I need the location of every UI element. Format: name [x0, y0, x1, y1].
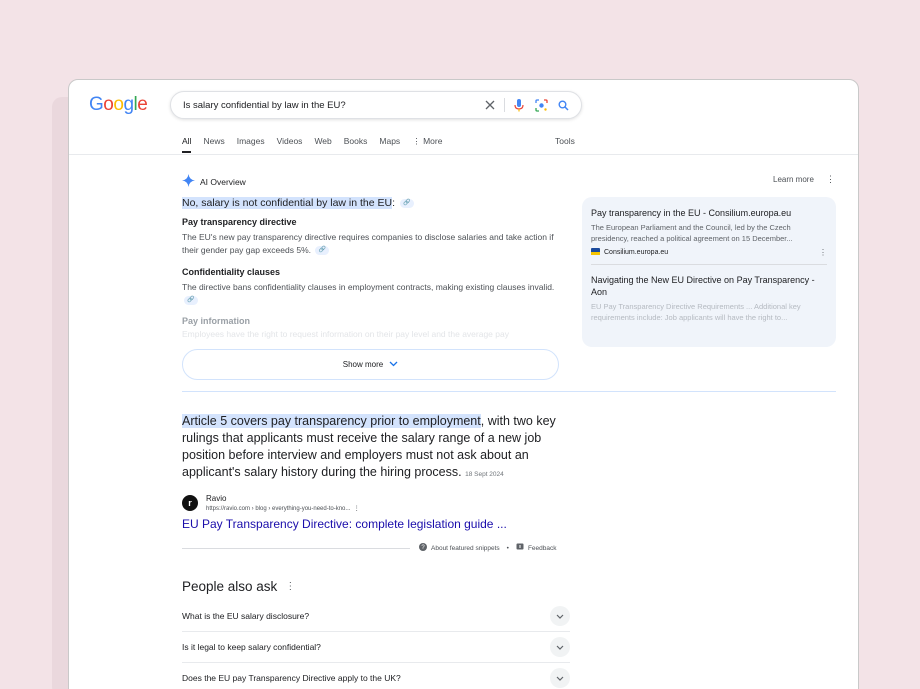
section-title: Confidentiality clauses: [182, 267, 281, 277]
paa-question-text: Does the EU pay Transparency Directive a…: [182, 673, 401, 683]
search-tabs: All News Images Videos Web Books Maps ⋮ …: [182, 136, 442, 153]
header-divider: [69, 154, 858, 155]
browser-window: Google Is salary confidential by law in …: [68, 79, 859, 689]
feedback-link[interactable]: Feedback: [528, 545, 557, 552]
section-title: Pay transparency directive: [182, 217, 297, 227]
more-options-icon[interactable]: ⋮: [826, 174, 835, 185]
search-box[interactable]: Is salary confidential by law in the EU?: [170, 91, 582, 119]
ai-overview-label: AI Overview: [200, 176, 246, 187]
consilium-favicon-icon: [591, 248, 600, 257]
source-title[interactable]: Navigating the New EU Directive on Pay T…: [591, 274, 827, 298]
ai-headline-text: No, salary is not confidential by law in…: [182, 197, 393, 209]
tab-more[interactable]: ⋮ More: [412, 136, 442, 153]
link-icon[interactable]: 🔗: [184, 296, 198, 306]
source-description: The European Parliament and the Council,…: [591, 223, 793, 243]
logo-letter: o: [103, 94, 114, 115]
tab-all[interactable]: All: [182, 136, 192, 153]
tab-news[interactable]: News: [203, 136, 224, 153]
tab-web[interactable]: Web: [314, 136, 331, 153]
snippet-highlight: Article 5 covers pay transparency prior …: [182, 414, 481, 428]
ai-overview-body: No, salary is not confidential by law in…: [182, 196, 559, 341]
result-url-text: https://ravio.com › blog › everything-yo…: [206, 506, 351, 512]
source-options-icon[interactable]: ⋮: [819, 248, 827, 257]
source-card[interactable]: Navigating the New EU Directive on Pay T…: [591, 274, 827, 323]
snippet-date: 18 Sept 2024: [465, 471, 504, 478]
source-card[interactable]: Pay transparency in the EU - Consilium.e…: [591, 207, 827, 257]
chevron-down-icon[interactable]: [550, 668, 570, 688]
about-snippets-link[interactable]: About featured snippets: [431, 545, 500, 552]
paa-title-text: People also ask: [182, 579, 278, 594]
section-text: The directive bans confidentiality claus…: [182, 281, 559, 307]
tools-button[interactable]: Tools: [555, 136, 575, 146]
paa-question[interactable]: Is it legal to keep salary confidential?: [182, 632, 570, 663]
paa-question[interactable]: Does the EU pay Transparency Directive a…: [182, 663, 570, 689]
section-text-content: The EU's new pay transparency directive …: [182, 232, 554, 255]
chevron-down-icon[interactable]: [550, 637, 570, 657]
section-text: The EU's new pay transparency directive …: [182, 231, 559, 257]
link-icon[interactable]: 🔗: [399, 198, 414, 208]
tab-images[interactable]: Images: [237, 136, 265, 153]
search-input[interactable]: Is salary confidential by law in the EU?: [183, 100, 482, 111]
sparkle-icon: [182, 174, 195, 189]
faded-section-title: Pay information: [182, 316, 251, 326]
microphone-icon[interactable]: [511, 97, 527, 113]
more-vert-icon: ⋮: [412, 136, 424, 146]
footer-separator: •: [506, 544, 509, 552]
link-icon[interactable]: 🔗: [315, 246, 330, 256]
section-text-content: The directive bans confidentiality claus…: [182, 282, 555, 292]
people-also-ask-heading: People also ask ⋮: [182, 579, 295, 594]
lens-icon[interactable]: [533, 97, 549, 113]
tab-books[interactable]: Books: [344, 136, 368, 153]
paa-question[interactable]: What is the EU salary disclosure?: [182, 601, 570, 632]
paa-question-text: Is it legal to keep salary confidential?: [182, 642, 321, 652]
paa-options-icon[interactable]: ⋮: [285, 581, 295, 592]
result-title-link[interactable]: EU Pay Transparency Directive: complete …: [182, 517, 507, 531]
ai-overview-header: AI Overview: [182, 174, 246, 189]
tab-more-label: More: [423, 136, 443, 146]
source-site-name: Consilium.europa.eu: [604, 249, 669, 256]
ai-overview-divider: [182, 391, 836, 392]
snippet-divider: [182, 548, 410, 549]
faded-section-text: Employees have the right to request info…: [182, 329, 509, 339]
show-more-button[interactable]: Show more: [182, 349, 559, 380]
tab-videos[interactable]: Videos: [277, 136, 303, 153]
source-divider: [591, 264, 827, 265]
snippet-footer: ? About featured snippets • Feedback: [419, 543, 557, 553]
sources-panel: Pay transparency in the EU - Consilium.e…: [582, 197, 836, 347]
logo-letter: g: [123, 94, 134, 115]
chevron-down-icon: [389, 360, 398, 369]
logo-letter: G: [89, 94, 104, 115]
help-icon: ?: [419, 543, 427, 553]
result-site-name[interactable]: Ravio: [206, 494, 226, 503]
featured-snippet-text: Article 5 covers pay transparency prior …: [182, 413, 567, 483]
source-site: Consilium.europa.eu ⋮: [591, 248, 827, 257]
logo-letter: e: [137, 94, 148, 115]
search-divider: [504, 98, 505, 112]
ai-headline: No, salary is not confidential by law in…: [182, 196, 559, 210]
result-url[interactable]: https://ravio.com › blog › everything-yo…: [206, 505, 360, 512]
tab-maps[interactable]: Maps: [379, 136, 400, 153]
google-logo[interactable]: Google: [89, 94, 148, 116]
paa-list: What is the EU salary disclosure? Is it …: [182, 601, 570, 689]
result-options-icon[interactable]: ⋮: [354, 506, 360, 512]
clear-icon[interactable]: [482, 97, 498, 113]
chevron-down-icon[interactable]: [550, 606, 570, 626]
source-title[interactable]: Pay transparency in the EU - Consilium.e…: [591, 207, 827, 219]
ravio-logo-icon[interactable]: r: [182, 495, 198, 511]
show-more-label: Show more: [342, 360, 384, 369]
search-icon[interactable]: [555, 97, 571, 113]
paa-question-text: What is the EU salary disclosure?: [182, 611, 310, 621]
learn-more-link[interactable]: Learn more: [773, 175, 814, 184]
logo-letter: o: [113, 94, 124, 115]
feedback-icon: [516, 543, 524, 553]
source-description: EU Pay Transparency Directive Requiremen…: [591, 302, 801, 322]
